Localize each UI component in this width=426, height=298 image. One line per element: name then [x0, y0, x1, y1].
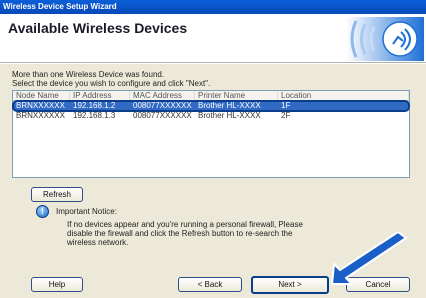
column-node-name[interactable]: Node Name — [13, 91, 70, 100]
cell-ip-address: 192.168.1.3 — [73, 111, 116, 120]
notice-line-1: If no devices appear and you're running … — [67, 220, 303, 229]
device-row-selected[interactable]: BRNXXXXXX 192.168.1.2 008077XXXXXX Broth… — [12, 100, 410, 112]
cell-ip-address: 192.168.1.2 — [73, 101, 116, 110]
column-printer-name[interactable]: Printer Name — [195, 91, 278, 100]
cell-location: 2F — [281, 111, 291, 120]
window-title: Wireless Device Setup Wizard — [3, 2, 117, 11]
window-title-bar: Wireless Device Setup Wizard — [0, 0, 426, 14]
notice-title: Important Notice: — [56, 207, 117, 216]
refresh-button-label: Refresh — [42, 190, 71, 199]
back-button[interactable]: < Back — [178, 277, 242, 292]
page-title: Available Wireless Devices — [8, 20, 188, 36]
intro-text: More than one Wireless Device was found.… — [12, 70, 210, 88]
device-list[interactable]: Node Name IP Address MAC Address Printer… — [12, 90, 410, 178]
device-row[interactable]: BRNXXXXXX 192.168.1.3 008077XXXXXX Broth… — [13, 111, 409, 121]
back-button-label: < Back — [197, 280, 223, 289]
cell-printer-name: Brother HL-XXXX — [198, 111, 261, 120]
pointer-arrow-icon — [331, 232, 407, 285]
cell-node-name: BRNXXXXXX — [16, 111, 65, 120]
cell-mac-address: 008077XXXXXX — [133, 111, 192, 120]
header-banner: Available Wireless Devices — [0, 14, 426, 63]
next-button[interactable]: Next > — [251, 276, 329, 294]
column-ip-address[interactable]: IP Address — [70, 91, 130, 100]
info-icon: ! — [36, 205, 49, 218]
next-button-label: Next > — [278, 280, 302, 289]
refresh-button[interactable]: Refresh — [31, 187, 83, 202]
cell-mac-address: 008077XXXXXX — [133, 101, 192, 110]
intro-line-2: Select the device you wish to configure … — [12, 79, 211, 88]
wireless-logo-icon — [346, 17, 424, 61]
wizard-body: More than one Wireless Device was found.… — [0, 64, 426, 298]
help-button[interactable]: Help — [31, 277, 83, 292]
cell-location: 1F — [281, 101, 291, 110]
cell-printer-name: Brother HL-XXXX — [198, 101, 261, 110]
column-location[interactable]: Location — [278, 91, 409, 100]
device-list-header: Node Name IP Address MAC Address Printer… — [13, 91, 409, 101]
intro-line-1: More than one Wireless Device was found. — [12, 70, 165, 79]
column-mac-address[interactable]: MAC Address — [130, 91, 195, 100]
cell-node-name: BRNXXXXXX — [16, 101, 65, 110]
help-button-label: Help — [48, 280, 66, 289]
